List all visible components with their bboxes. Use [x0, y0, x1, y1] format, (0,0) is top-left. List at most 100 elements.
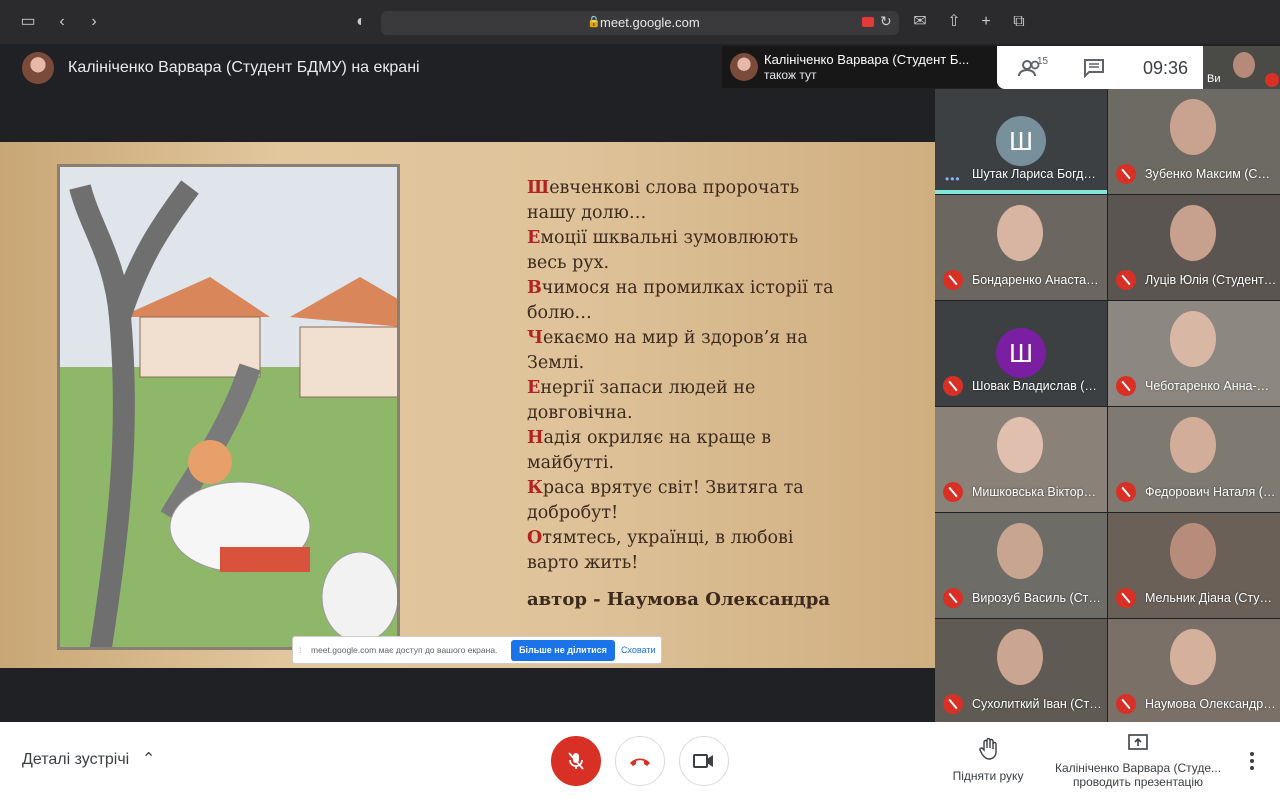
muted-mic-icon: [1116, 694, 1136, 714]
poem-line: добробут!: [527, 501, 867, 526]
poem-line-text: екаємо на мир й здоров’я на: [542, 328, 808, 348]
self-view-tile[interactable]: Ви: [1203, 46, 1280, 89]
participant-tile[interactable]: Чеботаренко Анна-…: [1108, 301, 1280, 406]
participant-tile[interactable]: Федорович Наталя (…: [1108, 407, 1280, 512]
participant-name: Мельник Діана (Сту…: [1145, 591, 1273, 605]
camera-recording-icon[interactable]: [862, 17, 874, 27]
browser-toolbar: ▭ ‹ › ◐ 🔒 meet.google.com ↻ ✉ ⇧ + ⧉: [0, 0, 1280, 44]
participant-name: Шутак Лариса Богд…: [972, 167, 1096, 181]
participant-name: Сухолиткий Іван (Ст…: [972, 697, 1102, 711]
poem-line-text: майбутті.: [527, 453, 615, 473]
share-icon[interactable]: ⇧: [944, 12, 964, 32]
poem-line-text: чимося на промилках історії та: [541, 278, 834, 298]
participant-name: Федорович Наталя (…: [1145, 485, 1275, 499]
poem-capital-letter: Ч: [527, 328, 543, 348]
avatar: Ш: [996, 328, 1046, 378]
muted-mic-icon: [1265, 73, 1279, 87]
participant-face: [1170, 629, 1216, 685]
poem-line: Шевченкові слова пророчать: [527, 176, 867, 201]
new-tab-icon[interactable]: +: [976, 12, 996, 32]
mail-icon[interactable]: ✉: [910, 12, 930, 32]
poem-line: нашу долю…: [527, 201, 867, 226]
microphone-toggle-button[interactable]: [551, 736, 601, 786]
participant-face: [1170, 311, 1216, 367]
participant-face: [1170, 205, 1216, 261]
hide-notification-link[interactable]: Сховати: [621, 645, 656, 655]
leave-call-button[interactable]: [615, 736, 665, 786]
poem-line: Краса врятує світ! Звитяга та: [527, 476, 867, 501]
screen-share-notification: ⁞ meet.google.com має доступ до вашого е…: [292, 636, 662, 664]
chat-button[interactable]: [1083, 58, 1105, 79]
drag-handle-icon[interactable]: ⁞: [299, 645, 302, 655]
slide-poem: Шевченкові слова пророчать нашу долю… Емоц…: [527, 176, 867, 612]
poem-capital-letter: Е: [527, 228, 541, 248]
camera-toggle-button[interactable]: [679, 736, 729, 786]
reload-icon[interactable]: ↻: [880, 13, 892, 30]
people-button[interactable]: 15: [1017, 56, 1057, 79]
participant-tile[interactable]: Мельник Діана (Сту…: [1108, 513, 1280, 618]
participant-tile[interactable]: Наумова Олександр…: [1108, 619, 1280, 724]
participant-name: Чеботаренко Анна-…: [1145, 379, 1270, 393]
poem-line: Енергії запаси людей не: [527, 376, 867, 401]
muted-mic-icon: [943, 482, 963, 502]
more-options-button[interactable]: [1244, 750, 1260, 772]
stop-sharing-button[interactable]: Більше не ділитися: [511, 640, 615, 661]
participant-name: Зубенко Максим (С…: [1145, 167, 1270, 181]
presenter-name-label: Калініченко Варвара (Студе...: [1054, 761, 1222, 775]
participant-tile[interactable]: Вирозуб Василь (Ст…: [935, 513, 1107, 618]
participant-face: [997, 629, 1043, 685]
participant-face: [1170, 417, 1216, 473]
back-icon[interactable]: ‹: [52, 12, 72, 32]
raise-hand-label: Підняти руку: [952, 769, 1024, 783]
muted-mic-icon: [1116, 376, 1136, 396]
meeting-details-button[interactable]: Деталі зустрічі: [22, 751, 129, 769]
poem-line-text: варто жить!: [527, 553, 639, 573]
participant-face: [997, 417, 1043, 473]
participant-tile[interactable]: Зубенко Максим (С…: [1108, 89, 1280, 194]
poem-capital-letter: Е: [527, 378, 541, 398]
muted-mic-icon: [1116, 482, 1136, 502]
sidebar-toggle-icon[interactable]: ▭: [18, 12, 38, 32]
meeting-clock: 09:36: [1143, 58, 1189, 78]
presenter-title: Калініченко Варвара (Студент БДМУ) на ек…: [68, 59, 420, 76]
poem-line: Отямтесь, українці, в любові: [527, 526, 867, 551]
participant-face: [997, 205, 1043, 261]
url-text: meet.google.com: [600, 15, 700, 30]
participant-name: Наумова Олександр…: [1145, 697, 1275, 711]
poem-line-text: весь рух.: [527, 253, 610, 273]
participant-tile[interactable]: Мишковська Віктор…: [935, 407, 1107, 512]
tabs-overview-icon[interactable]: ⧉: [1009, 12, 1029, 32]
forward-icon[interactable]: ›: [84, 12, 104, 32]
also-here-name: Калініченко Варвара (Студент Б...: [764, 52, 970, 67]
avatar: Ш: [996, 116, 1046, 166]
poem-capital-letter: К: [527, 478, 543, 498]
chevron-up-icon[interactable]: ⌄: [142, 747, 155, 767]
poem-line: Надія окриляє на краще в: [527, 426, 867, 451]
poem-line-text: тямтесь, українці, в любові: [542, 528, 794, 548]
also-here-card: Калініченко Варвара (Студент Б... також …: [722, 46, 997, 88]
participant-name: Бондаренко Анаста…: [972, 273, 1099, 287]
participant-tile[interactable]: Сухолиткий Іван (Ст…: [935, 619, 1107, 724]
participant-grid: Ш ••• Шутак Лариса Богд… Зубенко Максим (С……: [935, 89, 1280, 724]
mic-off-icon: [568, 752, 584, 770]
poem-line-text: нергії запаси людей не: [540, 378, 756, 398]
presentation-status-button[interactable]: Калініченко Варвара (Студе... проводить …: [1052, 734, 1224, 789]
participant-tile[interactable]: Луців Юлія (Студент…: [1108, 195, 1280, 300]
address-bar[interactable]: 🔒 meet.google.com ↻: [381, 11, 899, 35]
poem-capital-letter: Ш: [527, 178, 550, 198]
avatar: [730, 53, 758, 81]
poem-line: Чекаємо на мир й здоров’я на: [527, 326, 867, 351]
poem-line: майбутті.: [527, 451, 867, 476]
video-camera-icon: [693, 754, 713, 768]
raise-hand-button[interactable]: Підняти руку: [944, 737, 1032, 783]
participant-tile[interactable]: Ш ••• Шутак Лариса Богд…: [935, 89, 1107, 194]
participant-tile[interactable]: Ш Шовак Владислав (…: [935, 301, 1107, 406]
poem-line-text: адія окриляє на краще в: [543, 428, 772, 448]
poem-line-text: довговічна.: [527, 403, 633, 423]
privacy-shield-icon[interactable]: ◐: [351, 12, 371, 32]
poem-line-text: болю…: [527, 303, 592, 323]
participant-face: [1170, 523, 1216, 579]
poem-author: автор - Наумова Олександра: [527, 589, 831, 610]
participant-face: [1170, 99, 1216, 155]
participant-tile[interactable]: Бондаренко Анаста…: [935, 195, 1107, 300]
